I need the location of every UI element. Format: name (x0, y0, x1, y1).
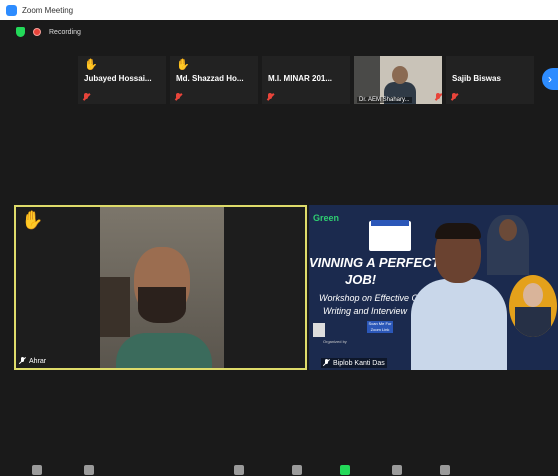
record-button[interactable] (392, 465, 402, 475)
poster-guest-photo (509, 275, 557, 337)
poster-subtitle-2: Writing and Interview (323, 306, 408, 316)
participant-name: Jubayed Hossai... (84, 74, 152, 83)
mic-muted-icon (174, 93, 183, 102)
recording-label: Recording (49, 28, 81, 36)
window-title: Zoom Meeting (22, 5, 74, 15)
mic-muted-icon (266, 93, 275, 102)
raised-hand-icon: ✋ (176, 59, 190, 71)
participant-tile[interactable]: Sajib Biswas (446, 56, 534, 104)
video-button[interactable] (84, 465, 94, 475)
mic-muted-icon (434, 93, 442, 102)
participant-tile[interactable]: ✋ Jubayed Hossai... (78, 56, 166, 104)
chat-button[interactable] (292, 465, 302, 475)
presenter-body (411, 279, 507, 370)
speaker-name-label: Ahrar (19, 357, 46, 365)
participant-video-tile[interactable]: Dr. AEM Shahary... (354, 56, 442, 104)
poster-speaker-photo (487, 215, 529, 275)
participant-video-face (392, 66, 408, 84)
share-screen-button[interactable] (340, 465, 350, 475)
poster-headline-2: JOB! (345, 272, 377, 287)
participant-strip: ✋ Jubayed Hossai... ✋ Md. Shazzad Ho... … (78, 56, 534, 104)
participants-button[interactable] (234, 465, 244, 475)
poster-subtitle: Workshop on Effective CV (319, 293, 425, 303)
participant-name: Md. Shazzad Ho... (176, 74, 244, 83)
presenter-name-label: Biplob Kanti Das (321, 358, 387, 368)
raised-hand-icon: ✋ (84, 59, 98, 71)
chevron-right-icon: › (548, 72, 552, 86)
poster-organized-by: Organized by (323, 339, 347, 344)
recording-icon (33, 28, 41, 36)
meeting-status-bar: Recording (0, 20, 558, 44)
participant-name: Dr. AEM Shahary... (357, 97, 412, 103)
mic-muted-icon (19, 357, 26, 365)
window-titlebar: Zoom Meeting (0, 0, 558, 20)
participant-name: M.I. MINAR 201... (268, 74, 333, 83)
participant-tile[interactable]: ✋ Md. Shazzad Ho... (170, 56, 258, 104)
reactions-button[interactable] (440, 465, 450, 475)
mute-button[interactable] (32, 465, 42, 475)
participant-tile[interactable]: M.I. MINAR 201... (262, 56, 350, 104)
speaker-video-feed (100, 207, 224, 368)
security-shield-icon[interactable] (16, 27, 25, 37)
active-speaker-video[interactable]: ✋ Ahrar (14, 205, 307, 370)
meeting-toolbar (0, 462, 558, 476)
presenter-name: Biplob Kanti Das (333, 359, 385, 367)
next-page-button[interactable]: › (542, 68, 558, 90)
poster-headline: VINNING A PERFECT (309, 255, 440, 270)
zoom-logo-icon (6, 4, 17, 16)
mic-muted-icon (82, 93, 91, 102)
speaker-name: Ahrar (29, 357, 47, 365)
mic-muted-icon (450, 93, 459, 102)
raised-hand-icon: ✋ (21, 210, 44, 230)
shared-video-tile[interactable]: Green VINNING A PERFECT JOB! Workshop on… (309, 205, 558, 370)
mic-muted-icon (323, 359, 330, 367)
poster-logo: Green (313, 213, 340, 223)
poster-scan-label: Scan Me For Zoom Link (367, 321, 393, 333)
qr-code-icon (313, 323, 325, 337)
participant-name: Sajib Biswas (452, 74, 501, 83)
